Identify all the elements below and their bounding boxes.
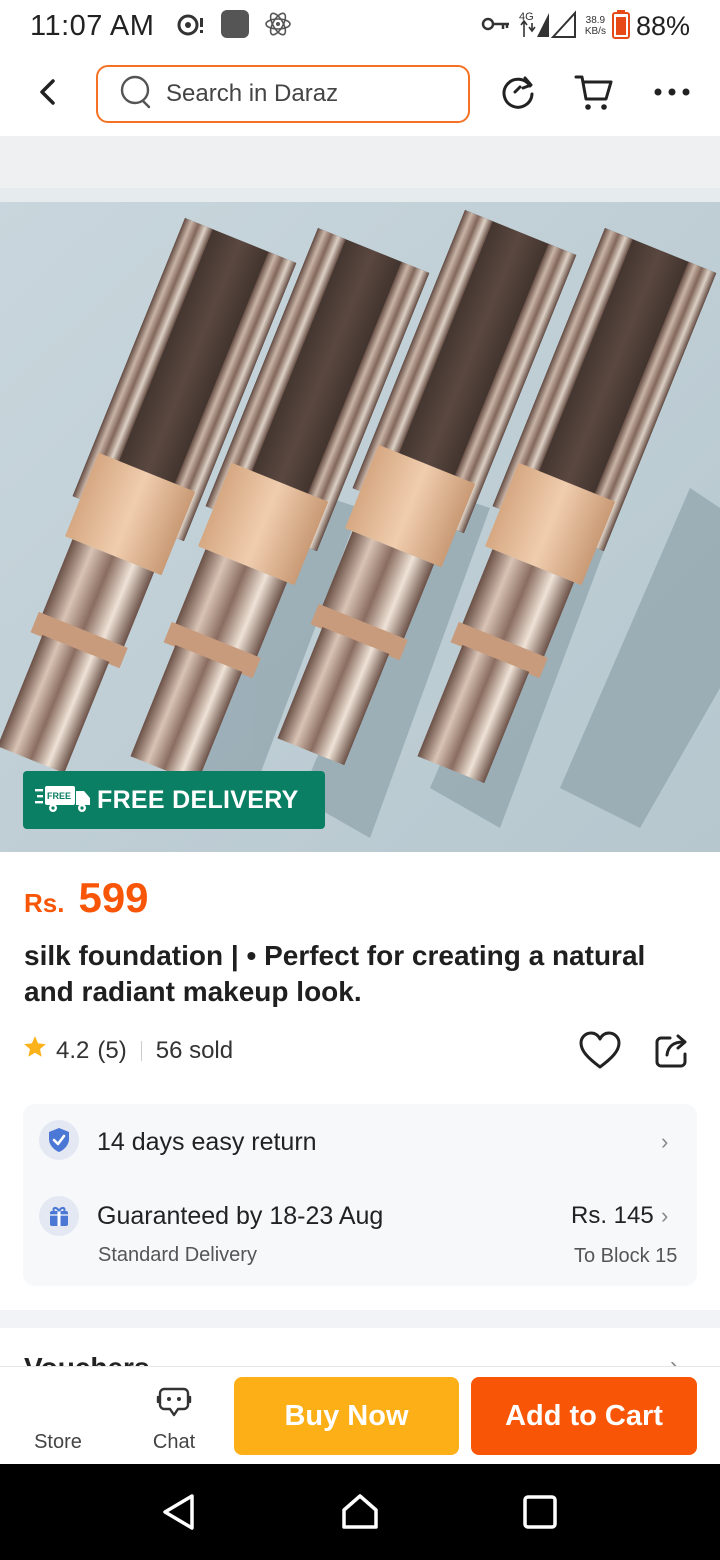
delivery-truck-icon: FREE — [35, 783, 91, 818]
more-icon — [652, 85, 692, 103]
chat-button[interactable]: Chat — [134, 1375, 214, 1457]
product-price: Rs. 599 — [24, 874, 149, 922]
free-delivery-label: FREE DELIVERY — [97, 785, 299, 814]
shield-check-icon — [39, 1120, 79, 1160]
price-currency: Rs. — [24, 888, 65, 918]
search-input[interactable]: Search in Daraz — [96, 65, 470, 123]
product-title: silk foundation | • Perfect for creating… — [24, 940, 646, 1007]
add-to-cart-button[interactable]: Add to Cart — [471, 1377, 697, 1455]
back-button[interactable] — [20, 66, 76, 122]
vpn-key-icon — [481, 14, 511, 39]
store-button[interactable]: Store — [18, 1375, 98, 1457]
status-bar: 11:07 AM 4G 38.9 KB/s 88% — [0, 0, 720, 52]
back-arrow-icon — [37, 77, 59, 112]
price-value: 599 — [78, 874, 149, 921]
chat-icon — [156, 1385, 192, 1424]
home-icon — [340, 1492, 380, 1537]
network-speed: 38.9 KB/s — [585, 15, 606, 37]
chat-label: Chat — [152, 1431, 196, 1453]
divider — [140, 1040, 142, 1061]
sold-count: 56 sold — [155, 1036, 234, 1064]
refresh-icon — [498, 72, 538, 117]
return-policy-text: 14 days easy return — [97, 1128, 317, 1156]
gift-box-icon — [39, 1196, 79, 1236]
nav-home-button[interactable] — [332, 1486, 388, 1542]
nav-back-button[interactable] — [150, 1486, 206, 1542]
system-nav-bar — [0, 1464, 720, 1560]
free-delivery-badge: FREE FREE DELIVERY — [23, 771, 325, 829]
app-icon — [220, 9, 250, 44]
delivery-type: Standard Delivery — [98, 1244, 257, 1266]
more-button[interactable] — [650, 72, 694, 116]
buy-now-button[interactable]: Buy Now — [234, 1377, 459, 1455]
speed-value: 38.9 — [585, 15, 606, 26]
refresh-button[interactable] — [496, 72, 540, 116]
delivery-destination: To Block 15 — [574, 1245, 678, 1267]
store-label: Store — [34, 1431, 82, 1453]
share-button[interactable] — [652, 1030, 692, 1074]
product-image — [0, 188, 720, 852]
rating-row[interactable]: 4.2 (5) 56 sold — [22, 1034, 233, 1067]
search-placeholder: Search in Daraz — [166, 80, 339, 107]
battery-level: 88% — [635, 10, 690, 41]
wishlist-button[interactable] — [578, 1030, 622, 1074]
triangle-back-icon — [160, 1492, 196, 1537]
product-info: Rs. 599 silk foundation | • Perfect for … — [0, 852, 720, 1310]
vouchers-section[interactable]: Vouchers › — [0, 1328, 720, 1368]
star-icon — [22, 1034, 48, 1067]
speed-unit: KB/s — [584, 26, 606, 37]
action-bar: Store Chat Buy Now Add to Cart — [0, 1366, 720, 1464]
delivery-guarantee-text: Guaranteed by 18-23 Aug — [97, 1202, 384, 1230]
product-gallery[interactable]: FREE FREE DELIVERY — [0, 136, 720, 852]
status-time: 11:07 AM — [30, 9, 155, 42]
chevron-right-icon: › — [661, 1203, 669, 1228]
cart-icon — [573, 72, 615, 117]
svg-text:FREE: FREE — [47, 791, 71, 801]
share-icon — [652, 1034, 692, 1074]
battery-icon — [611, 9, 630, 44]
signal-icon: 4G — [517, 9, 579, 44]
service-box: 14 days easy return › Guaranteed by 18-2… — [23, 1104, 697, 1286]
rating-value: 4.2 — [56, 1036, 90, 1064]
atom-icon — [264, 10, 292, 43]
delivery-fee: Rs. 145 — [571, 1202, 654, 1229]
svg-text:4G: 4G — [519, 11, 534, 23]
square-recents-icon — [522, 1494, 558, 1535]
chevron-right-icon: › — [661, 1129, 669, 1154]
cart-button[interactable] — [572, 72, 616, 116]
search-icon — [120, 75, 154, 114]
review-count: (5) — [97, 1036, 127, 1064]
header: Search in Daraz — [0, 52, 720, 136]
nav-recents-button[interactable] — [512, 1486, 568, 1542]
media-icon — [176, 12, 206, 41]
heart-icon — [578, 1031, 622, 1074]
